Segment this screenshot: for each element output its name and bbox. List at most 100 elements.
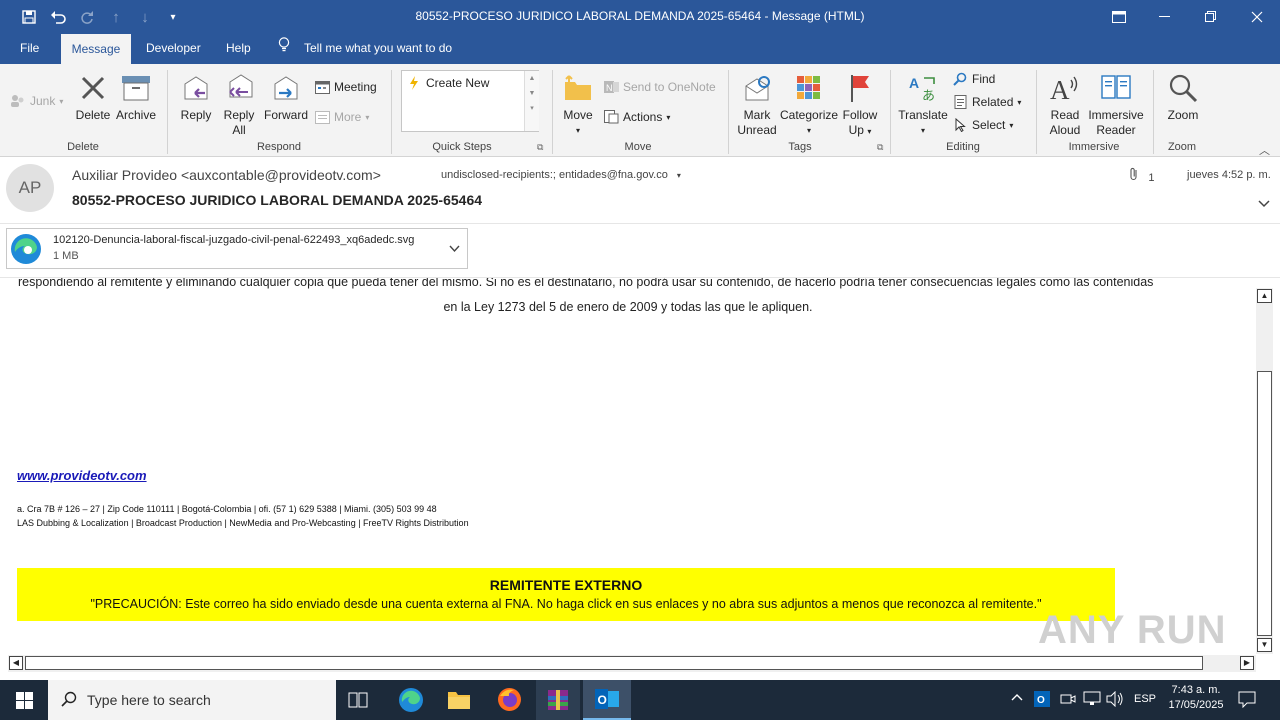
winrar-icon[interactable] [536, 680, 580, 720]
onenote-label: Send to OneNote [623, 80, 716, 94]
attachment-menu-icon[interactable] [449, 242, 460, 256]
recipients[interactable]: undisclosed-recipients:; entidades@fna.g… [441, 169, 681, 181]
zoom-button[interactable]: Zoom [1162, 72, 1204, 123]
tell-me-search[interactable]: Tell me what you want to do [278, 33, 452, 64]
related-icon [952, 94, 968, 110]
quick-steps-gallery[interactable]: Create New ▲ ▼ ▾ [401, 70, 539, 132]
tab-message[interactable]: Message [61, 34, 131, 65]
find-button[interactable]: Find [952, 69, 995, 89]
edge-taskbar-icon[interactable] [398, 687, 424, 716]
outlook-tray-icon[interactable]: O [1034, 691, 1050, 710]
notifications-icon[interactable] [1238, 691, 1256, 711]
meeting-label: Meeting [334, 80, 377, 94]
read-aloud-button[interactable]: A Read Aloud [1043, 72, 1087, 138]
tab-developer[interactable]: Developer [138, 33, 209, 64]
categorize-button[interactable]: Categorize ▾ [780, 72, 838, 138]
reply-all-button[interactable]: Reply All [220, 72, 258, 138]
minimize-button[interactable] [1141, 0, 1187, 33]
tab-help[interactable]: Help [218, 33, 259, 64]
search-placeholder: Type here to search [87, 692, 211, 708]
edge-icon [10, 233, 42, 265]
meet-now-icon[interactable] [1060, 691, 1076, 710]
group-separator [552, 70, 553, 154]
read-label-2: Aloud [1049, 123, 1081, 137]
send-to-onenote-button[interactable]: N Send to OneNote [603, 77, 716, 97]
collapse-ribbon-icon[interactable]: ︿ [1259, 142, 1270, 158]
meeting-icon [314, 79, 330, 95]
attachment-count: 1 [1148, 172, 1155, 184]
h-scroll-thumb[interactable] [25, 656, 1203, 670]
avatar: AP [6, 164, 54, 212]
categorize-label: Categorize [780, 108, 839, 122]
clock[interactable]: 7:43 a. m. 17/05/2025 [1163, 684, 1229, 711]
tab-file[interactable]: File [12, 33, 47, 64]
quick-steps-scroll[interactable]: ▲ ▼ ▾ [524, 71, 539, 131]
group-separator [890, 70, 891, 154]
language-indicator[interactable]: ESP [1134, 693, 1156, 705]
attachment-size: 1 MB [53, 250, 79, 262]
dialog-launcher-icon[interactable]: ⧉ [537, 142, 543, 153]
scroll-right-button[interactable]: ▶ [1240, 656, 1254, 670]
meeting-button[interactable]: Meeting [314, 77, 377, 97]
sender[interactable]: Auxiliar Provideo <auxcontable@provideot… [72, 167, 381, 183]
move-button[interactable]: Move ▾ [558, 72, 598, 138]
expand-header-icon[interactable] [1258, 197, 1270, 211]
actions-button[interactable]: Actions ▾ [603, 107, 670, 127]
scroll-thumb[interactable] [1257, 371, 1272, 636]
attachment-card[interactable]: 102120-Denuncia-laboral-fiscal-juzgado-c… [6, 228, 468, 269]
task-view-icon[interactable] [348, 691, 368, 712]
categorize-icon [793, 72, 825, 104]
move-group-label: Move [624, 141, 652, 153]
start-button[interactable] [0, 680, 48, 720]
follow-up-button[interactable]: Follow Up ▾ [840, 72, 880, 139]
reply-label: Reply [180, 108, 212, 122]
vertical-scrollbar[interactable]: ▲ ▼ [1256, 288, 1273, 654]
more-icon [314, 109, 330, 125]
website-link[interactable]: www.provideotv.com [17, 468, 147, 483]
move-folder-icon [562, 72, 594, 104]
scroll-down-button[interactable]: ▼ [1257, 638, 1272, 652]
outlook-taskbar-icon[interactable]: O [583, 680, 631, 720]
restore-button[interactable] [1187, 0, 1233, 33]
external-sender-banner: REMITENTE EXTERNO "PRECAUCIÓN: Este corr… [17, 568, 1115, 621]
scroll-left-button[interactable]: ◀ [9, 656, 23, 670]
junk-button[interactable]: Junk ▾ [10, 91, 63, 111]
translate-button[interactable]: Aあ Translate ▾ [897, 72, 949, 138]
delete-button[interactable]: Delete [74, 72, 112, 123]
archive-button[interactable]: Archive [114, 72, 158, 123]
show-hidden-icons-icon[interactable] [1011, 692, 1023, 704]
file-explorer-icon[interactable] [447, 689, 471, 714]
chevron-down-icon: ▾ [676, 171, 681, 180]
svg-text:A: A [1050, 75, 1070, 102]
mark-unread-button[interactable]: Mark Unread [734, 72, 780, 138]
ribbon-tabs: File Message Developer Help Tell me what… [0, 33, 1280, 65]
network-icon[interactable] [1083, 691, 1101, 710]
create-new-quick-step[interactable]: Create New [406, 73, 489, 93]
scroll-up-button[interactable]: ▲ [1257, 289, 1272, 303]
svg-text:A: A [909, 75, 919, 91]
volume-icon[interactable] [1106, 690, 1124, 710]
more-respond-button[interactable]: More ▾ [314, 107, 369, 127]
immersive-reader-button[interactable]: Immersive Reader [1086, 72, 1146, 138]
delete-label: Delete [75, 108, 111, 122]
editing-group-label: Editing [946, 141, 980, 153]
move-label: Move [563, 108, 593, 122]
firefox-icon[interactable] [497, 687, 522, 715]
dialog-launcher-icon[interactable]: ⧉ [877, 142, 883, 153]
reply-button[interactable]: Reply [177, 72, 215, 123]
ribbon-display-icon[interactable] [1096, 0, 1142, 33]
related-button[interactable]: Related ▾ [952, 92, 1021, 112]
forward-button[interactable]: Forward [262, 72, 310, 123]
taskbar-search[interactable]: Type here to search [48, 680, 336, 720]
message-header: AP Auxiliar Provideo <auxcontable@provid… [0, 157, 1280, 224]
mark-label-2: Unread [737, 123, 777, 137]
junk-label: Junk [30, 94, 56, 108]
company-services: LAS Dubbing & Localization | Broadcast P… [17, 518, 469, 528]
horizontal-scrollbar[interactable]: ◀ ▶ [8, 655, 1256, 672]
attachment-name: 102120-Denuncia-laboral-fiscal-juzgado-c… [53, 234, 415, 246]
svg-text:あ: あ [922, 89, 935, 102]
create-new-label: Create New [426, 76, 490, 90]
company-address: a. Cra 7B # 126 – 27 | Zip Code 110111 |… [17, 504, 437, 514]
select-button[interactable]: Select ▾ [952, 115, 1013, 135]
close-button[interactable] [1234, 0, 1280, 33]
